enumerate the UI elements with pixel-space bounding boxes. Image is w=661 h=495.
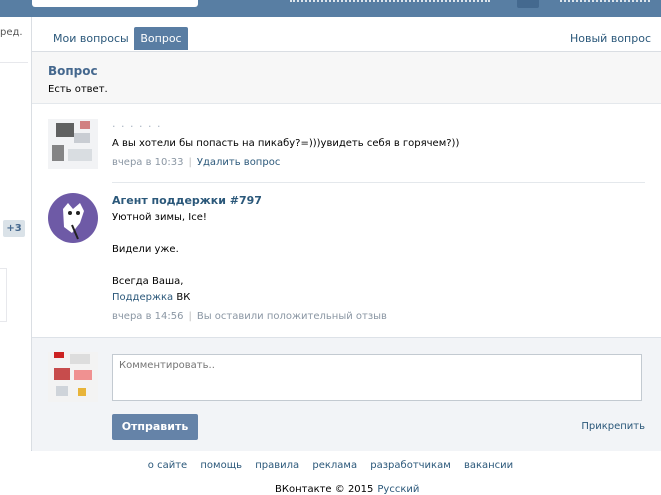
question-header: Вопрос Есть ответ. [32,52,661,104]
message-meta: вчера в 10:33 | Удалить вопрос [112,157,281,168]
comment-input[interactable] [112,354,642,401]
comment-area: Отправить Прикрепить [32,337,661,451]
header-menu-fragment[interactable] [290,0,490,5]
answer-text: Видели уже. [112,244,179,255]
support-panel: Мои вопросы Вопрос Новый вопрос Вопрос Е… [31,17,661,451]
agent-avatar-figure-icon [63,203,84,240]
tab-bar: Мои вопросы Вопрос Новый вопрос [32,17,661,52]
question-status: Есть ответ. [48,84,108,95]
support-link[interactable]: Поддержка [112,292,173,303]
tab-my-questions[interactable]: Мои вопросы [53,27,129,50]
copyright-text: ВКонтакте © 2015 [275,484,374,495]
footer-link-ads[interactable]: реклама [312,460,357,471]
user-avatar[interactable] [48,119,98,169]
question-title: Вопрос [48,64,98,78]
footer-link-developers[interactable]: разработчикам [370,460,451,471]
language-link[interactable]: Русский [373,484,419,495]
top-header [0,0,661,17]
footer-links: о сайте помощь правила реклама разработч… [0,460,661,471]
delete-question-link[interactable]: Удалить вопрос [197,157,280,168]
message-time[interactable]: вчера в 10:33 [112,157,184,168]
current-user-avatar[interactable] [48,352,98,402]
footer-link-about[interactable]: о сайте [148,460,187,471]
user-name[interactable]: · · · · · · [112,120,161,133]
sidebar-divider [0,62,28,63]
answer-signoff: Всегда Ваша, [112,276,184,287]
footer-link-jobs[interactable]: вакансии [464,460,513,471]
agent-name[interactable]: Агент поддержки #797 [112,194,262,207]
attach-link[interactable]: Прикрепить [581,421,645,432]
sidebar-edit-fragment[interactable]: ред. [0,27,23,38]
feedback-status: Вы оставили положительный отзыв [196,311,387,322]
search-input[interactable] [32,0,198,7]
message-divider [112,182,645,183]
send-button[interactable]: Отправить [112,414,198,440]
answer-greeting: Уютной зимы, Ice! [112,212,207,223]
tab-question[interactable]: Вопрос [134,27,188,50]
question-text: А вы хотели бы попасть на пикабу?=)))уви… [112,138,460,149]
header-menu-fragment-right[interactable] [560,0,650,5]
signature-suffix: ВК [173,292,191,303]
footer-link-rules[interactable]: правила [255,460,299,471]
sidebar-badge[interactable]: +3 [3,220,25,237]
footer-link-help[interactable]: помощь [200,460,242,471]
agent-avatar[interactable] [48,193,98,243]
answer-signature: Поддержка ВК [112,290,190,306]
message-time[interactable]: вчера в 14:56 [112,311,184,322]
new-question-link[interactable]: Новый вопрос [570,27,651,50]
sidebar-block-fragment [0,268,7,322]
copyright: ВКонтакте © 2015 Русский [275,484,419,495]
chevron-down-icon[interactable] [517,0,539,8]
message-meta: вчера в 14:56 | Вы оставили положительный … [112,311,387,322]
